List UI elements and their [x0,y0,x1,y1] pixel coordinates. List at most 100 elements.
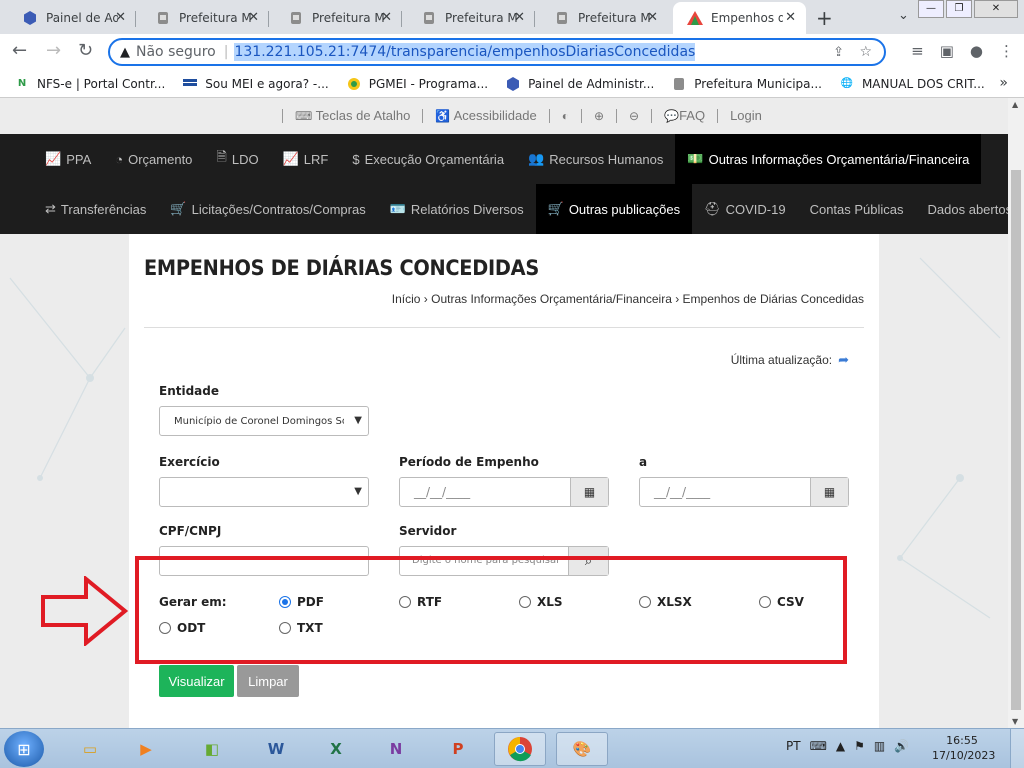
menu-ppa[interactable]: 📈 PPA [33,134,103,184]
volume-icon[interactable]: 🔊 [894,739,909,753]
window-controls: — ❐ ✕ [918,0,1018,18]
utility-links-bar: ⌨ Teclas de Atalho ♿ Acessibilidade ◐ ⊕ … [0,98,1008,134]
network-icon[interactable]: ▥ [874,739,885,753]
scroll-up-icon[interactable]: ▲ [1012,100,1018,109]
entidade-select[interactable]: Município de Coronel Domingos Soares▼ [159,406,369,436]
faq-link[interactable]: 💬FAQ [651,109,717,123]
limpar-button[interactable]: Limpar [237,665,299,697]
close-window-button[interactable]: ✕ [974,0,1018,18]
menu-dados-abertos[interactable]: Dados abertos [916,184,1008,234]
close-tab-icon[interactable]: ✕ [115,10,126,25]
excel-icon[interactable]: X [310,732,362,766]
menu-kebab-icon[interactable]: ⋮ [999,42,1014,60]
crest-favicon-icon [288,10,304,26]
bookmark-item[interactable]: N NFS-e | Portal Contr... [14,76,165,92]
paint-icon[interactable]: 🎨 [556,732,608,766]
browser-tab-active[interactable]: Empenhos di ✕ [673,2,806,34]
profile-avatar-icon[interactable]: ● [970,42,983,60]
menu-rh[interactable]: 👥 Recursos Humanos [516,134,675,184]
menu-outras-informacoes[interactable]: 💵 Outras Informações Orçamentária/Finance… [675,134,982,184]
minimize-button[interactable]: — [918,0,944,18]
tab-search-chevron-icon[interactable]: ⌄ [898,8,909,23]
browser-tab[interactable]: Prefeitura Mu✕ [274,2,402,34]
forward-icon[interactable]: → [46,40,61,61]
menu-relatorios[interactable]: 🪪 Relatórios Diversos [378,184,536,234]
windows-taskbar: ⊞ ▭ ▶ ◧ W X N P 🎨 PT ⌨ ▲ ⚑ ▥ 🔊 16:55 17/1… [0,728,1024,768]
close-tab-icon[interactable]: ✕ [514,10,525,25]
maximize-button[interactable]: ❐ [946,0,972,18]
explorer-icon[interactable]: ▭ [64,732,116,766]
menu-lrf[interactable]: 📈 LRF [271,134,341,184]
bookmark-item[interactable]: Prefeitura Municipa... [671,76,822,92]
new-tab-button[interactable]: + [816,6,833,30]
bookmark-item[interactable]: PGMEI - Programa... [346,76,488,92]
browser-tab[interactable]: Prefeitura Mu✕ [540,2,668,34]
calendar-icon[interactable]: ▦ [570,478,608,506]
reload-icon[interactable]: ↻ [78,40,93,61]
more-bookmarks-icon[interactable]: » [999,75,1008,91]
sticky-notes-icon[interactable]: ◧ [186,732,238,766]
bookmark-item[interactable]: 🌐 MANUAL DOS CRIT... [839,76,985,92]
hexagon-favicon-icon [22,10,38,26]
contrast-icon: ◐ [561,109,569,123]
zoom-in-button[interactable]: ⊕ [580,109,616,123]
share-icon[interactable]: ⇪ [833,45,844,60]
comment-icon: 💬 [664,109,680,123]
exercicio-select[interactable]: ▼ [159,477,369,507]
periodo-fim-field[interactable]: __/__/____ ▦ [639,477,849,507]
menu-execucao[interactable]: $ Execução Orçamentária [340,134,516,184]
browser-tab[interactable]: Prefeitura Mu✕ [141,2,269,34]
periodo-inicio-field[interactable]: __/__/____ ▦ [399,477,609,507]
menu-orcamento[interactable]: ◔ Orçamento [103,134,204,184]
medkit-icon: ⛑ [704,201,721,216]
menu-covid[interactable]: ⛑ COVID-19 [692,184,797,234]
browser-tab[interactable]: Painel de Adm✕ [8,2,136,34]
show-hidden-icons-icon[interactable]: ▲ [836,739,845,753]
show-desktop-button[interactable] [1010,729,1024,768]
language-indicator[interactable]: PT [786,739,801,753]
toolbar-icons: ≡ ▣ ● ⋮ [911,42,1014,60]
chevron-down-icon: ▼ [354,486,362,497]
url-text[interactable]: 131.221.105.21:7474/transparencia/empenh… [234,43,696,61]
close-tab-icon[interactable]: ✕ [785,10,796,25]
scroll-down-icon[interactable]: ▼ [1012,717,1018,726]
browser-tab[interactable]: Prefeitura Mu✕ [407,2,535,34]
start-button[interactable]: ⊞ [4,731,44,767]
menu-outras-publicacoes[interactable]: 🛒 Outras publicações [535,184,693,234]
word-icon[interactable]: W [250,732,302,766]
dollar-icon: $ [352,151,360,167]
clock[interactable]: 16:55 17/10/2023 [932,733,995,763]
address-bar[interactable]: ▲ Não seguro | 131.221.105.21:7474/trans… [108,38,886,66]
flag-icon[interactable]: ⚑ [854,739,865,753]
keyboard-shortcuts-link[interactable]: ⌨ Teclas de Atalho [282,109,422,123]
chrome-icon[interactable] [494,732,546,766]
media-player-icon[interactable]: ▶ [120,732,172,766]
close-tab-icon[interactable]: ✕ [381,10,392,25]
share-arrow-icon[interactable]: ➦ [838,352,849,368]
powerpoint-icon[interactable]: P [432,732,484,766]
login-link[interactable]: Login [717,109,774,123]
media-queue-icon[interactable]: ≡ [911,42,924,60]
close-tab-icon[interactable]: ✕ [248,10,259,25]
close-tab-icon[interactable]: ✕ [647,10,658,25]
page-scrollbar[interactable]: ▲ ▼ [1008,98,1024,728]
document-icon: 🗎 [216,149,227,164]
users-icon: 👥 [528,151,545,166]
accessibility-link[interactable]: ♿ Acessibilidade [422,109,548,123]
visualizar-button[interactable]: Visualizar [159,665,234,697]
bookmark-item[interactable]: Painel de Administr... [505,76,654,92]
contrast-toggle[interactable]: ◐ [548,109,581,123]
scrollbar-thumb[interactable] [1011,170,1021,710]
menu-licitacoes[interactable]: 🛒 Licitações/Contratos/Compras [158,184,377,234]
onenote-icon[interactable]: N [370,732,422,766]
keyboard-icon[interactable]: ⌨ [810,739,827,753]
calendar-icon[interactable]: ▦ [810,478,848,506]
back-icon[interactable]: ← [12,40,27,61]
menu-transferencias[interactable]: ⇄ Transferências [33,184,158,234]
menu-contas-publicas[interactable]: Contas Públicas [798,184,916,234]
bookmark-item[interactable]: Sou MEI e agora? -... [182,76,329,92]
menu-ldo[interactable]: 🗎 LDO [204,134,270,184]
bookmark-star-icon[interactable]: ☆ [859,44,872,60]
side-panel-icon[interactable]: ▣ [940,42,954,60]
zoom-out-button[interactable]: ⊖ [616,109,651,123]
